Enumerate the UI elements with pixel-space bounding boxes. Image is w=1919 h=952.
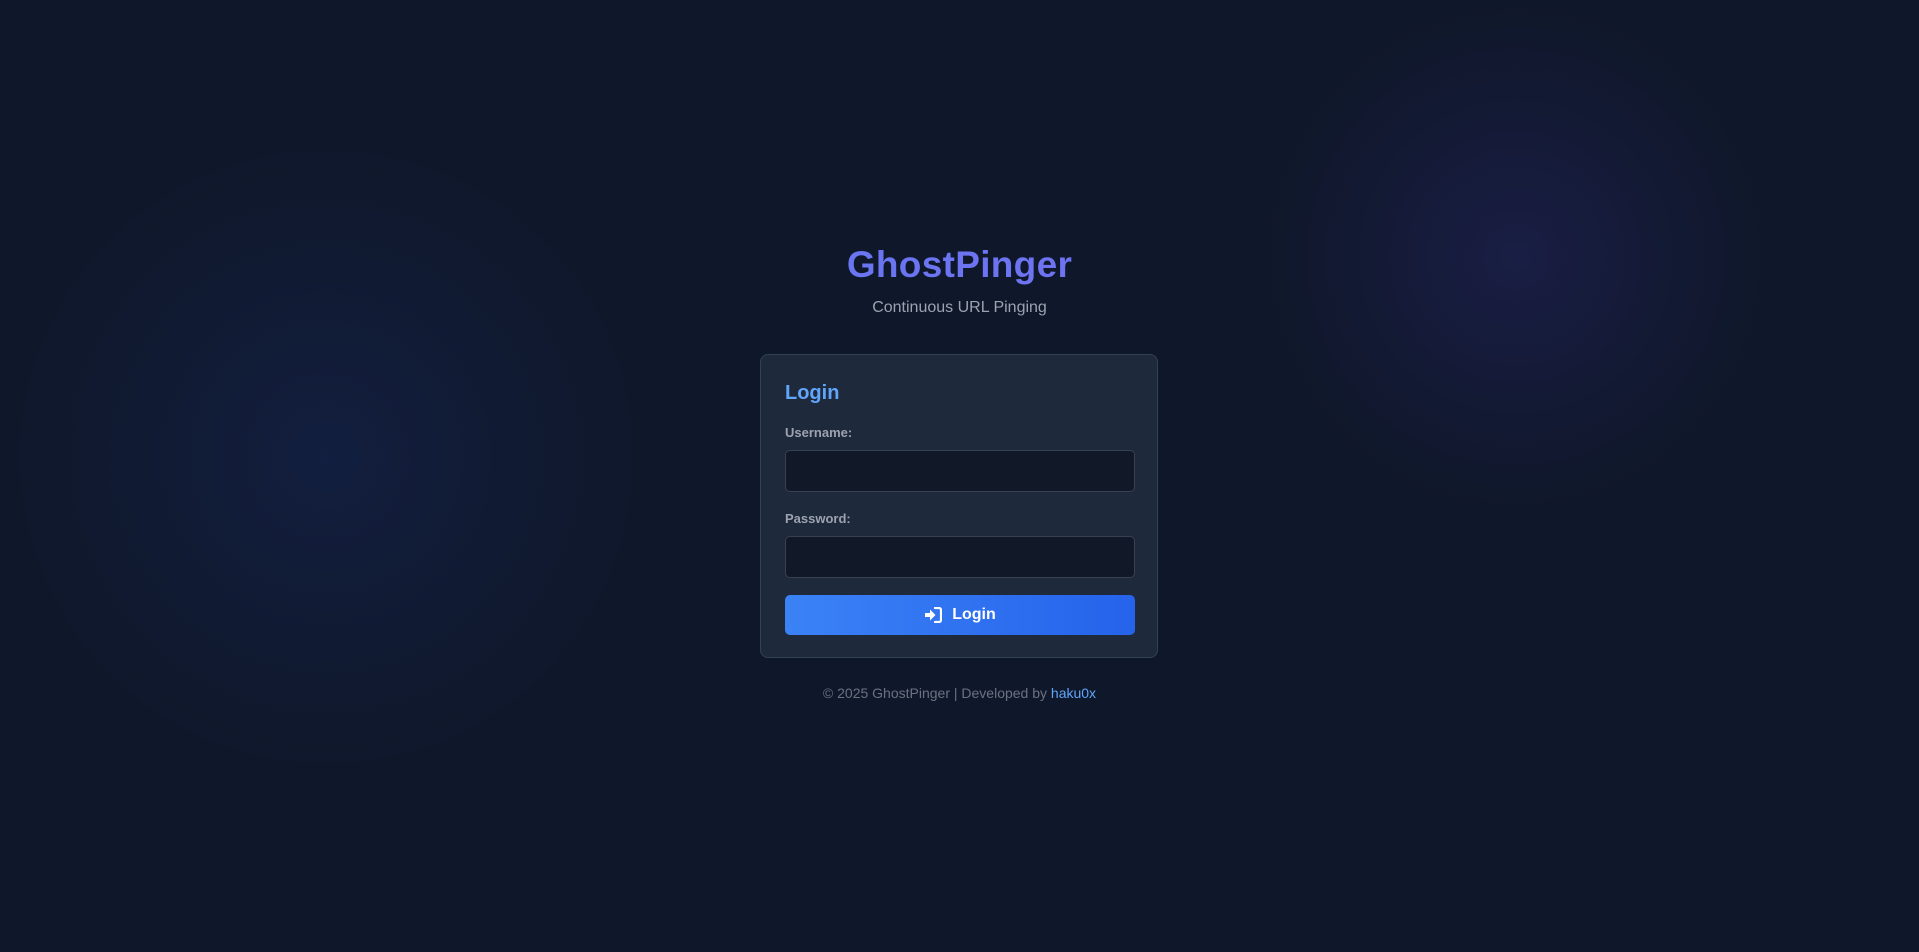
login-heading: Login [785, 382, 840, 404]
password-input[interactable] [785, 536, 1135, 578]
author-link[interactable]: haku0x [1051, 685, 1096, 701]
app-title: GhostPinger [0, 243, 1919, 287]
login-button-label: Login [952, 606, 996, 623]
password-label: Password: [785, 511, 851, 526]
sign-in-icon [924, 607, 943, 623]
app-tagline: Continuous URL Pinging [872, 299, 1047, 316]
login-page: GhostPinger Continuous URL Pinging Login… [0, 0, 1919, 952]
login-card: Login Username: Password: Login [760, 354, 1158, 658]
username-input[interactable] [785, 450, 1135, 492]
login-button[interactable]: Login [785, 595, 1135, 635]
footer: © 2025 GhostPinger | Developed by haku0x [0, 684, 1919, 702]
footer-text: © 2025 GhostPinger | Developed by [822, 685, 1051, 701]
username-label: Username: [785, 425, 853, 440]
